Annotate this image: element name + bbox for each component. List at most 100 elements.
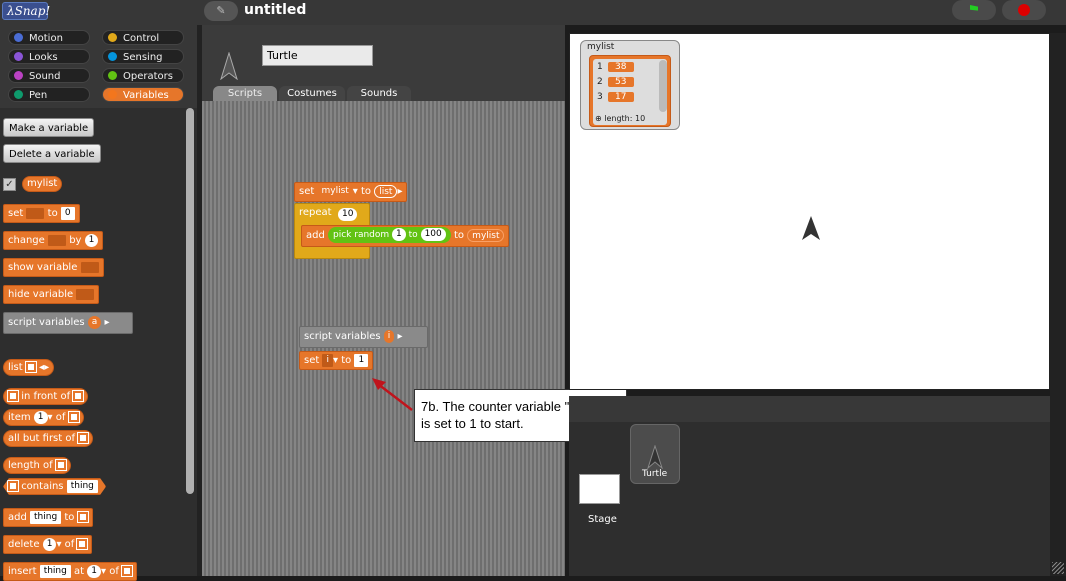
block-text: list [8,362,23,373]
list-slot[interactable] [54,459,67,471]
mylist-watcher[interactable]: mylist 1 38 2 53 3 17 ⊕ length: 10 [580,40,680,130]
pick-random-block[interactable]: pick random 1 to 100 [328,227,451,243]
make-variable-button[interactable]: Make a variable [3,118,95,137]
tab-costumes[interactable]: Costumes [279,86,345,102]
watcher-label: mylist [587,42,615,52]
show-variable-block[interactable]: show variable [3,258,104,277]
list-slot[interactable] [76,538,89,550]
all-but-first-block[interactable]: all but first of [3,430,94,447]
tab-sounds[interactable]: Sounds [347,86,411,102]
dropdown[interactable] [76,288,95,300]
block-text: script variables [8,317,85,328]
script-variables-block[interactable]: script variables a ▸ [3,312,133,334]
category-control[interactable]: Control [102,30,184,45]
list-block[interactable]: list ◂▸ [3,359,55,376]
block-text: set [8,208,24,219]
block-text: to [341,355,352,366]
category-variables[interactable]: Variables [102,87,184,102]
input-slot[interactable]: 100 [420,228,446,241]
input-slot[interactable]: 0 [60,206,75,220]
category-label: Operators [123,71,173,82]
category-motion[interactable]: Motion [8,30,90,45]
resize-handle[interactable] [1052,562,1064,574]
block-text: pick random [333,230,390,240]
list-reporter[interactable]: list [374,184,398,198]
green-flag-button[interactable] [952,0,996,20]
input-slot[interactable] [7,390,19,402]
in-front-of-block[interactable]: in front of [3,388,89,405]
top-bar [0,0,1066,25]
snap-logo[interactable]: λSnap! [2,2,50,20]
contains-block[interactable]: contains thing [3,478,106,495]
input-slot[interactable]: 1 [392,228,406,241]
dropdown[interactable] [80,261,99,273]
turtle-sprite-icon[interactable] [801,215,821,241]
turtle-sprite-thumbnail[interactable]: Turtle [630,424,680,484]
variable-checkbox[interactable]: ✓ [3,178,16,191]
block-text: set [304,355,320,366]
sprite-label: Turtle [642,469,668,479]
category-looks[interactable]: Looks [8,49,90,64]
variable-dropdown[interactable]: mylist [317,184,353,198]
dropdown[interactable] [26,207,45,219]
category-sound[interactable]: Sound [8,68,90,83]
variable-reporter[interactable]: mylist [467,228,505,242]
set-mylist-block[interactable]: set mylist ▾ to list ▸ [294,182,408,202]
stage-thumbnail[interactable] [579,474,620,504]
category-color-icon [108,52,117,61]
settings-button[interactable]: ✎ [204,1,238,21]
list-slot[interactable] [121,565,134,577]
list-slot[interactable] [67,411,80,423]
input-slot[interactable]: thing [67,480,98,493]
change-block[interactable]: change by 1 [3,231,104,250]
stage-right-edge [1050,33,1066,576]
insert-at-block[interactable]: insert thing at 1 ▾ of [3,562,138,581]
delete-variable-button[interactable]: Delete a variable [3,144,101,163]
turtle-sprite-icon [647,445,663,469]
hide-variable-block[interactable]: hide variable [3,285,100,304]
input-slot[interactable] [24,361,37,373]
set-i-block[interactable]: set i ▾ to 1 [299,351,374,370]
variable-dropdown[interactable]: i [322,353,333,367]
input-slot[interactable]: 1 [33,410,48,424]
tab-scripts[interactable]: Scripts [213,86,277,102]
block-text: change [8,235,45,246]
input-slot[interactable]: 1 [84,233,99,247]
scripting-area[interactable]: set mylist ▾ to list ▸ repeat 10 add pick … [202,101,565,576]
mylist-variable-block[interactable]: mylist [22,176,63,192]
length-of-block[interactable]: length of [3,457,71,474]
item-of-block[interactable]: item 1 ▾ of [3,409,84,426]
input-slot[interactable]: 1 [354,353,369,367]
add-to-block[interactable]: add pick random 1 to 100 to mylist [301,225,510,247]
sprite-name-input[interactable]: Turtle [262,45,373,66]
variable-slot[interactable]: a [87,315,102,329]
input-slot[interactable]: 1 [42,537,57,551]
category-pen[interactable]: Pen [8,87,90,102]
variable-slot[interactable]: i [383,329,395,343]
list-slot[interactable] [72,390,85,402]
palette-scrollbar[interactable] [186,108,194,494]
script-variables-i-block[interactable]: script variables i ▸ [299,326,428,348]
set-block[interactable]: set to 0 [3,204,80,223]
block-text: to [408,230,418,240]
stage-top-gap [565,25,1066,33]
row-value[interactable]: 17 [607,92,634,102]
dropdown[interactable] [48,234,66,246]
row-value[interactable]: 53 [607,77,634,87]
delete-of-block[interactable]: delete 1 ▾ of [3,535,93,554]
stop-button[interactable] [1002,0,1046,20]
add-thing-block[interactable]: add thing to [3,508,93,527]
list-slot[interactable] [8,481,18,491]
list-scrollbar[interactable] [659,60,667,112]
list-watcher-frame: 1 38 2 53 3 17 ⊕ length: 10 [589,55,671,127]
block-text: to [64,512,75,523]
list-slot[interactable] [76,511,89,523]
block-text: of [109,566,119,577]
row-value[interactable]: 38 [607,62,634,72]
input-slot[interactable]: 10 [338,208,358,221]
list-slot[interactable] [77,432,90,444]
row-index: 1 [597,62,603,72]
category-sensing[interactable]: Sensing [102,49,184,64]
category-operators[interactable]: Operators [102,68,184,83]
input-slot[interactable]: thing [30,510,62,524]
